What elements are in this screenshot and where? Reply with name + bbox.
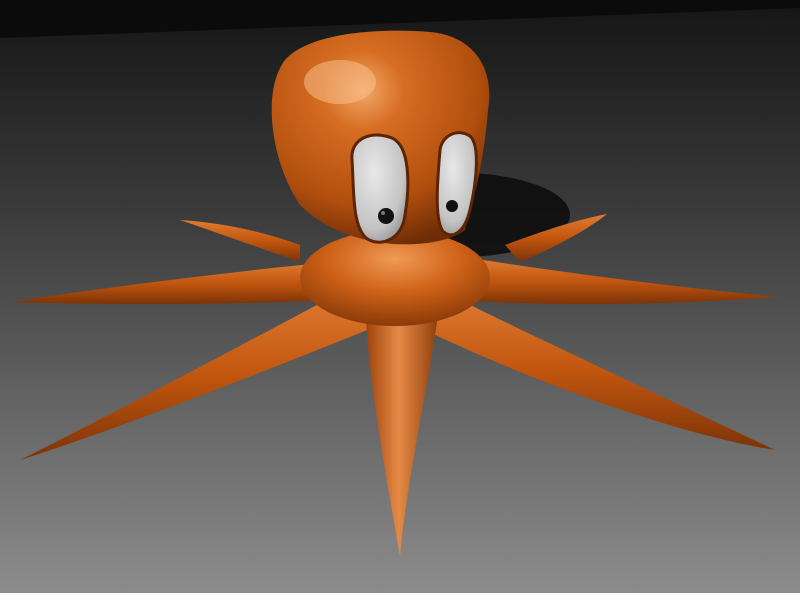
octopus-render [0, 0, 800, 593]
body-hub [300, 230, 490, 326]
render-scene [0, 0, 800, 593]
head-highlight [304, 60, 376, 104]
left-pupil-glint [381, 211, 385, 215]
left-pupil [378, 208, 394, 224]
left-eye [350, 133, 410, 244]
right-pupil [446, 200, 458, 212]
